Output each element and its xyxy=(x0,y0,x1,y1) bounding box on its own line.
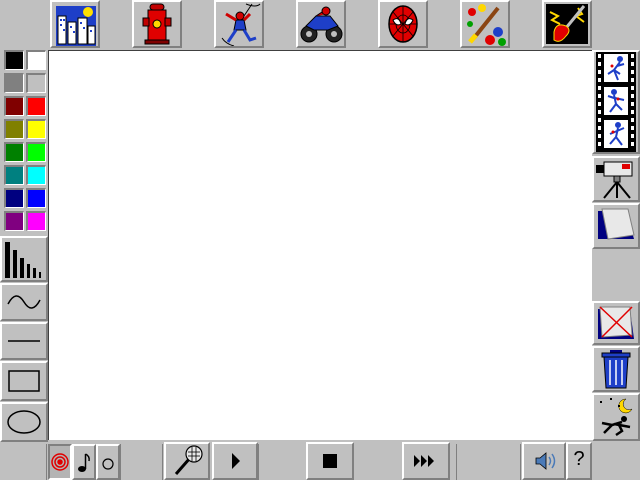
play-icon xyxy=(232,453,240,469)
ellipse-tool-button[interactable] xyxy=(0,402,48,442)
erase-canvas-icon xyxy=(598,306,634,339)
brush-size-button[interactable] xyxy=(0,236,48,282)
spider-man-mask-icon xyxy=(388,5,418,43)
camera-tripod-icon xyxy=(596,161,633,199)
play-button[interactable] xyxy=(212,442,258,480)
stamp-motorcycle-button[interactable] xyxy=(296,0,346,48)
stamp-spider-man-swinging-button[interactable] xyxy=(214,0,264,48)
filmstrip-icon xyxy=(596,52,636,152)
stop-icon xyxy=(323,454,337,468)
color-swatch[interactable] xyxy=(4,50,24,70)
stamp-paint-brush-button[interactable] xyxy=(460,0,510,48)
brush-size-icon xyxy=(5,242,41,278)
stop-button[interactable] xyxy=(306,442,354,480)
music-note-icon xyxy=(78,453,90,472)
volume-button[interactable] xyxy=(522,442,566,480)
color-swatch[interactable] xyxy=(4,96,24,116)
sound-waves-icon xyxy=(51,453,69,471)
color-swatch[interactable] xyxy=(26,50,46,70)
fast-forward-button[interactable] xyxy=(402,442,450,480)
sound-record-button[interactable] xyxy=(48,444,72,480)
color-swatch[interactable] xyxy=(26,211,46,231)
camera-button[interactable] xyxy=(592,156,640,202)
fire-hydrant-icon xyxy=(142,3,172,45)
freehand-wave-icon xyxy=(7,295,41,309)
animation-filmstrip-button[interactable] xyxy=(592,50,640,154)
sneak-away-button[interactable] xyxy=(592,393,640,441)
rectangle-tool-button[interactable] xyxy=(0,361,48,401)
silence-button[interactable] xyxy=(96,444,120,480)
music-note-button[interactable] xyxy=(72,444,96,480)
color-swatch[interactable] xyxy=(4,165,24,185)
stamp-electric-guitar-button[interactable] xyxy=(542,0,592,48)
trash-button[interactable] xyxy=(592,346,640,392)
fast-forward-icon xyxy=(414,455,434,467)
stamp-spider-man-mask-button[interactable] xyxy=(378,0,428,48)
speaker-icon xyxy=(535,452,556,470)
motorcycle-icon xyxy=(300,6,343,43)
color-swatch[interactable] xyxy=(4,73,24,93)
color-swatch[interactable] xyxy=(26,119,46,139)
color-swatch[interactable] xyxy=(4,119,24,139)
line-tool-button[interactable] xyxy=(0,322,48,360)
color-swatch[interactable] xyxy=(4,211,24,231)
help-button[interactable]: ? xyxy=(566,442,592,480)
color-swatch[interactable] xyxy=(26,73,46,93)
paint-brush-icon xyxy=(467,4,506,46)
microphone-button[interactable] xyxy=(164,442,210,480)
city-icon xyxy=(56,6,96,46)
trash-can-icon xyxy=(601,350,631,389)
drawing-canvas[interactable] xyxy=(48,50,592,440)
color-swatch[interactable] xyxy=(4,142,24,162)
ellipse-icon xyxy=(7,410,41,434)
freehand-tool-button[interactable] xyxy=(0,283,48,321)
rectangle-icon xyxy=(8,370,40,392)
microphone-icon xyxy=(174,445,203,475)
sneaking-figure-moon-icon xyxy=(600,398,633,437)
color-swatch[interactable] xyxy=(26,142,46,162)
spider-man-swinging-icon xyxy=(221,3,261,46)
color-swatch[interactable] xyxy=(4,188,24,208)
color-swatch[interactable] xyxy=(26,165,46,185)
line-icon xyxy=(8,340,40,342)
color-swatch[interactable] xyxy=(26,188,46,208)
color-swatch[interactable] xyxy=(26,96,46,116)
background-scene-button[interactable] xyxy=(592,203,640,249)
electric-guitar-icon xyxy=(546,4,588,44)
stamp-city-button[interactable] xyxy=(50,0,100,48)
stamp-fire-hydrant-button[interactable] xyxy=(132,0,182,48)
erase-all-button[interactable] xyxy=(592,301,640,345)
background-page-icon xyxy=(598,208,635,240)
empty-circle-icon xyxy=(102,458,114,470)
